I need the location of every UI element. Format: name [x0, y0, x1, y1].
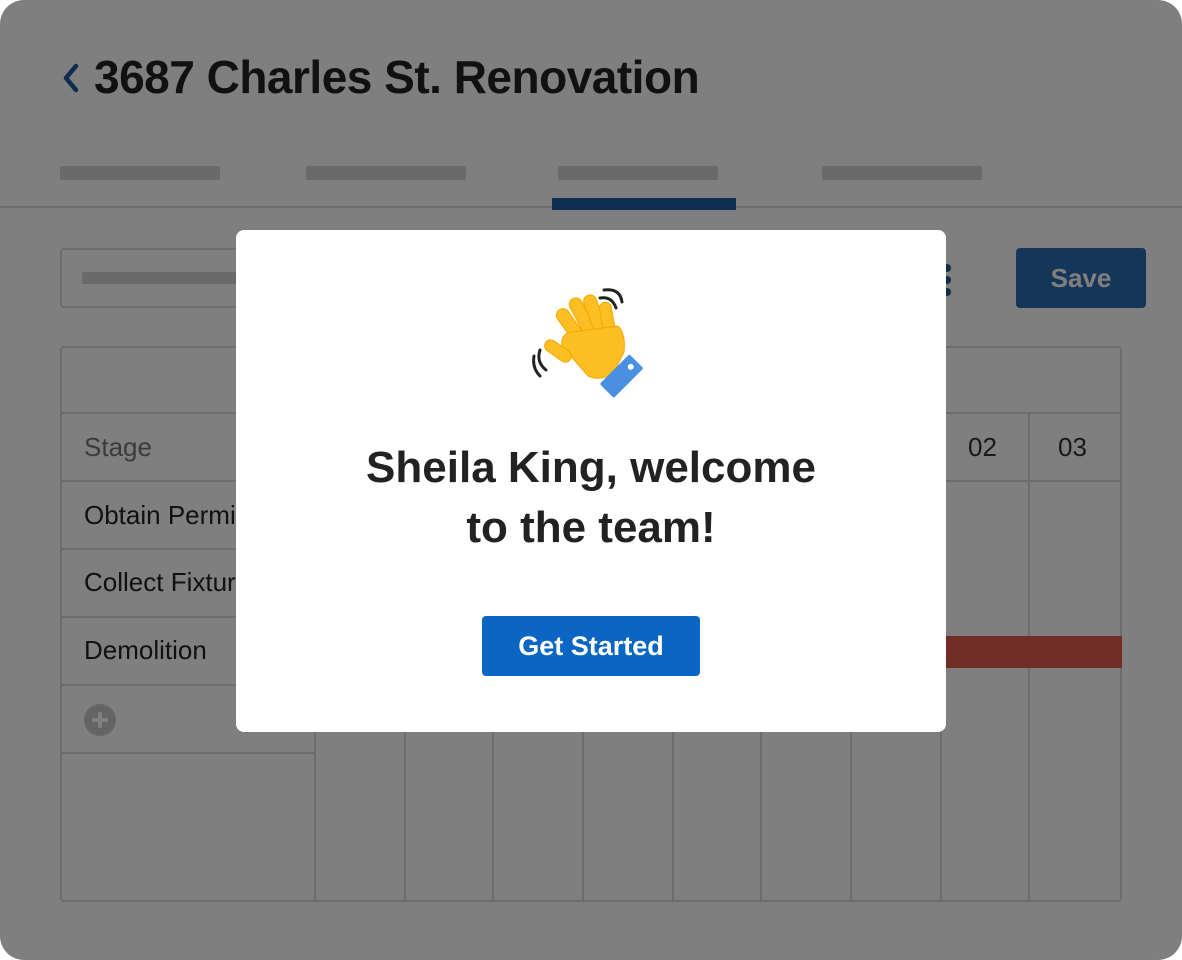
- waving-hand-icon: [532, 288, 643, 398]
- welcome-message: Sheila King, welcome to the team!: [236, 438, 946, 558]
- get-started-button[interactable]: Get Started: [482, 616, 700, 676]
- welcome-modal: Sheila King, welcome to the team! Get St…: [236, 230, 946, 732]
- welcome-line-2: to the team!: [466, 503, 716, 552]
- app-window: 3687 Charles St. Renovation Save Stage O…: [0, 0, 1182, 960]
- welcome-line-1: Sheila King, welcome: [366, 443, 816, 492]
